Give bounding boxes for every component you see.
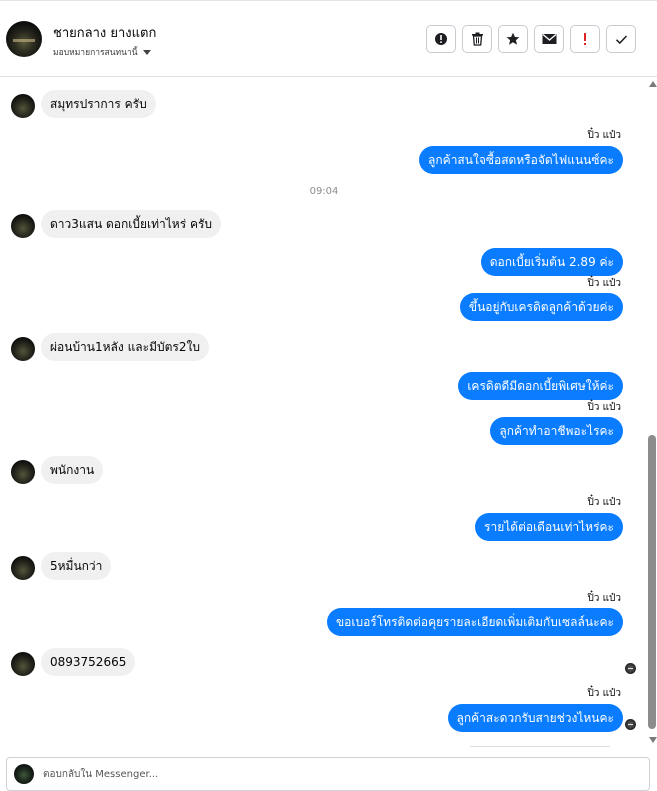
contact-name[interactable]: ชายกลาง ยางแตก (53, 22, 156, 43)
outgoing-message[interactable]: เครดิตดีมีดอกเบี้ยพิเศษให้ค่ะ (458, 372, 623, 400)
checkmark-icon (615, 34, 627, 44)
scrollbar-thumb[interactable] (648, 435, 656, 729)
incoming-message[interactable]: ดาว3แสน ดอกเบี้ยเท่าไหร่ ครับ (41, 210, 222, 238)
scroll-up-arrow-icon[interactable] (649, 81, 657, 87)
contact-avatar-small (11, 652, 35, 676)
sender-name: ปิ๋ว แป๋ว (587, 497, 621, 508)
delete-button[interactable] (462, 25, 492, 53)
contact-avatar-small (11, 337, 35, 361)
vertical-scrollbar[interactable] (647, 77, 657, 747)
incoming-message[interactable]: 0893752665 (41, 648, 136, 676)
timestamp-partial: ·· ·· ·· (297, 77, 322, 82)
sender-name: ปิ๋ว แป๋ว (587, 130, 621, 141)
outgoing-message[interactable]: รายได้ต่อเดือนเท่าไหร่คะ (475, 513, 623, 541)
reply-composer[interactable] (6, 757, 650, 791)
spam-button[interactable] (570, 25, 600, 53)
seen-indicator-avatar (625, 719, 636, 730)
sender-name: ปิ๋ว แป๋ว (587, 402, 621, 413)
conversation-header: ชายกลาง ยางแตก มอบหมายการสนทนานี้ (0, 1, 657, 77)
info-button[interactable] (426, 25, 456, 53)
sender-name: ปิ๋ว แป๋ว (587, 593, 621, 604)
incoming-message[interactable]: สมุทรปราการ ครับ (41, 90, 156, 118)
mark-unread-button[interactable] (534, 25, 564, 53)
assign-conversation-label: มอบหมายการสนทนานี้ (53, 48, 138, 58)
divider (470, 746, 610, 747)
contact-avatar-small (11, 94, 35, 118)
star-button[interactable] (498, 25, 528, 53)
scroll-down-arrow-icon[interactable] (649, 737, 657, 743)
incoming-message[interactable]: พนักงาน (41, 456, 104, 484)
outgoing-message[interactable]: ขึ้นอยู่กับเครดิตลูกค้าด้วยค่ะ (459, 293, 623, 321)
assign-conversation-dropdown[interactable]: มอบหมายการสนทนานี้ (53, 45, 151, 59)
seen-indicator-avatar (625, 663, 636, 674)
outgoing-message[interactable]: ดอกเบี้ยเริ่มต้น 2.89 ค่ะ (480, 248, 623, 276)
contact-avatar-small (11, 460, 35, 484)
outgoing-message[interactable]: ลูกค้าสนใจซื้อสดหรือจัดไฟแนนซ์คะ (419, 146, 623, 174)
caret-down-icon (142, 49, 151, 55)
page-avatar (14, 764, 34, 784)
star-icon (506, 32, 520, 45)
trash-icon (471, 32, 483, 46)
exclamation-icon (584, 33, 586, 45)
contact-avatar-small (11, 556, 35, 580)
mark-done-button[interactable] (606, 25, 636, 53)
contact-avatar-small (11, 214, 35, 238)
message-list[interactable]: ·· ·· ·· สมุทรปราการ ครับ ปิ๋ว แป๋ว ลูกค… (0, 77, 657, 747)
reply-input[interactable] (43, 764, 633, 784)
outgoing-message[interactable]: ลูกค้าทำอาชีพอะไรคะ (490, 417, 623, 445)
envelope-icon (542, 34, 556, 44)
outgoing-message[interactable]: ลูกค้าสะดวกรับสายช่วงไหนคะ (447, 704, 623, 732)
sender-name: ปิ๋ว แป๋ว (587, 278, 621, 289)
incoming-message[interactable]: 5หมื่นกว่า (41, 552, 112, 580)
info-circle-icon (435, 33, 447, 45)
contact-avatar[interactable] (6, 21, 42, 57)
incoming-message[interactable]: ผ่อนบ้าน1หลัง และมีบัตร2ใบ (41, 333, 209, 361)
sender-name: ปิ๋ว แป๋ว (587, 688, 621, 699)
outgoing-message[interactable]: ขอเบอร์โทรติดต่อคุยรายละเอียดเพิ่มเติมกั… (326, 608, 623, 636)
timestamp: 09:04 (309, 186, 339, 197)
